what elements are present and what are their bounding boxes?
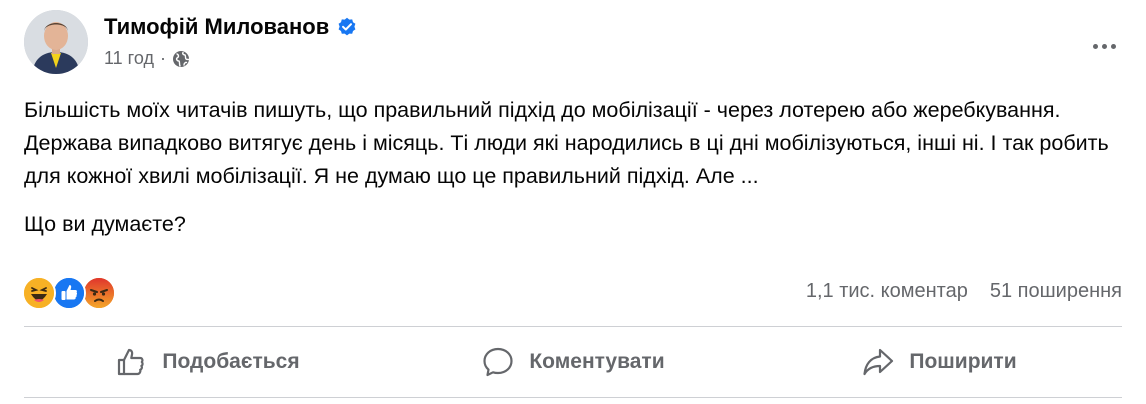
globe-icon[interactable] <box>172 50 190 68</box>
actions-divider <box>24 326 1122 327</box>
share-button-label: Поширити <box>909 350 1017 373</box>
share-arrow-icon <box>863 348 894 376</box>
share-button[interactable]: Поширити <box>756 328 1122 396</box>
verified-badge-icon <box>337 17 357 37</box>
comment-button[interactable]: Коментувати <box>390 328 756 396</box>
bottom-divider <box>24 397 1122 398</box>
like-icon <box>52 276 86 310</box>
post-body: Більшість моїх читачів пишуть, що правил… <box>24 94 1114 241</box>
post-time[interactable]: 11 год <box>104 48 154 69</box>
comment-count[interactable]: 1,1 тис. коментар <box>806 280 968 303</box>
post-stats: 1,1 тис. коментар 51 поширення <box>22 276 1122 310</box>
post-header: Тимофій Милованов 11 год · <box>24 10 1124 74</box>
post-paragraph: Більшість моїх читачів пишуть, що правил… <box>24 98 1109 188</box>
like-button[interactable]: Подобається <box>24 328 390 396</box>
like-button-label: Подобається <box>162 350 300 373</box>
post-actions: Подобається Коментувати Поширити <box>24 328 1122 396</box>
post-meta: 11 год · <box>104 48 190 69</box>
meta-separator: · <box>159 48 166 68</box>
author-name[interactable]: Тимофій Милованов <box>104 14 357 40</box>
more-options-icon[interactable] <box>1084 26 1124 66</box>
post-question: Що ви думаєте? <box>24 212 186 236</box>
share-count[interactable]: 51 поширення <box>990 280 1122 303</box>
haha-icon <box>22 276 56 310</box>
thumbs-up-icon <box>118 348 145 376</box>
engagement-counts: 1,1 тис. коментар 51 поширення <box>806 280 1122 303</box>
avatar-image <box>24 10 88 74</box>
author-avatar[interactable] <box>24 10 88 74</box>
angry-icon <box>82 276 116 310</box>
comment-bubble-icon <box>483 347 513 377</box>
author-name-text[interactable]: Тимофій Милованов <box>104 14 329 40</box>
comment-button-label: Коментувати <box>529 350 665 373</box>
